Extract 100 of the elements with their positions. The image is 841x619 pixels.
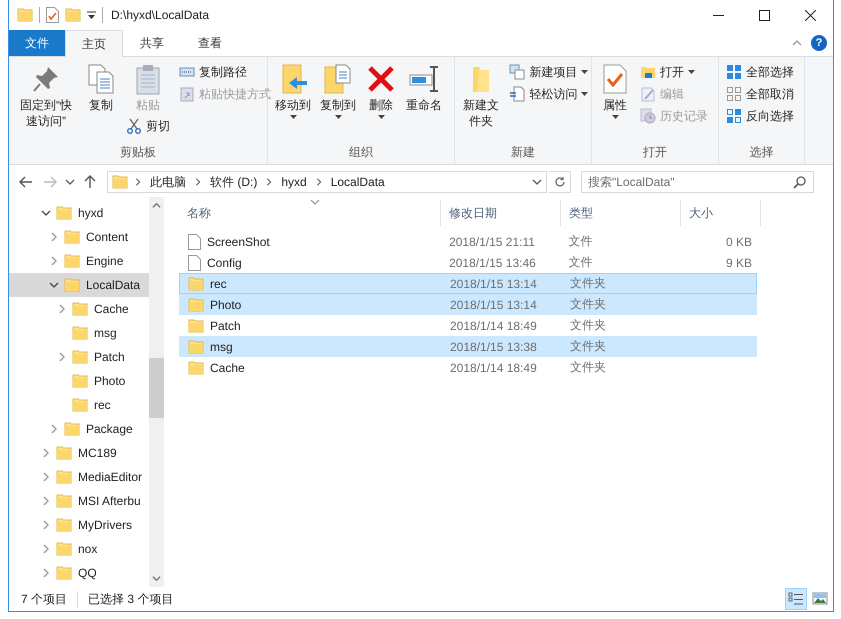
- ribbon-tab[interactable]: 共享: [123, 30, 181, 56]
- expand-chevron-icon[interactable]: [41, 448, 51, 458]
- ribbon-tab[interactable]: 文件: [9, 30, 65, 56]
- tree-row[interactable]: Engine: [9, 249, 149, 273]
- ribbon-command[interactable]: 固定到“快速访问”: [13, 61, 79, 131]
- breadcrumb[interactable]: LocalData: [328, 175, 387, 189]
- tree-row[interactable]: MyDrivers: [9, 513, 149, 537]
- search-icon[interactable]: [793, 175, 807, 189]
- tree-row[interactable]: MSI Afterbu: [9, 489, 149, 513]
- chevron-right-icon[interactable]: [134, 177, 142, 187]
- tree-row[interactable]: nox: [9, 537, 149, 561]
- collapse-chevron-icon[interactable]: [49, 280, 59, 290]
- breadcrumb[interactable]: 此电脑: [148, 174, 188, 190]
- expand-chevron-icon[interactable]: [49, 424, 59, 434]
- ribbon-command[interactable]: 复制路径: [176, 61, 274, 83]
- expand-chevron-icon[interactable]: [41, 472, 51, 482]
- tree-row[interactable]: rec: [9, 393, 149, 417]
- chevron-right-icon[interactable]: [314, 177, 323, 187]
- file-row[interactable]: rec 2018/1/15 13:14 文件夹: [179, 273, 757, 294]
- ribbon-command[interactable]: 全部选择: [723, 61, 797, 83]
- ribbon-command[interactable]: 全部取消: [723, 83, 797, 105]
- chevron-right-icon[interactable]: [194, 177, 202, 187]
- history-icon: [640, 108, 656, 124]
- tree-row[interactable]: hyxd: [9, 201, 149, 225]
- ribbon-command[interactable]: 复制到: [317, 61, 359, 121]
- select-none-icon: [726, 86, 742, 102]
- window-title: D:\hyxd\LocalData: [111, 8, 210, 22]
- collapse-ribbon-icon[interactable]: [792, 38, 802, 48]
- ribbon-tab[interactable]: 主页: [65, 30, 123, 57]
- scrollbar[interactable]: [149, 197, 164, 587]
- new-folder-icon: [65, 8, 81, 22]
- expand-chevron-icon[interactable]: [41, 544, 51, 554]
- chevron-right-icon[interactable]: [265, 177, 274, 187]
- file-row[interactable]: Photo 2018/1/15 13:14 文件夹: [179, 294, 757, 315]
- group-label: 选择: [748, 144, 774, 161]
- search-field[interactable]: 搜索"LocalData": [581, 171, 814, 193]
- ribbon-command[interactable]: 新建文件夹: [459, 61, 504, 131]
- ribbon-command[interactable]: 重命名: [403, 61, 445, 115]
- ribbon-command[interactable]: 反向选择: [723, 105, 797, 127]
- expand-chevron-icon[interactable]: [41, 568, 51, 578]
- column-header[interactable]: 修改日期: [441, 200, 561, 226]
- tree-item-label: MyDrivers: [77, 518, 132, 532]
- ribbon-command[interactable]: 删除: [362, 61, 400, 121]
- group-label: 剪贴板: [119, 144, 157, 161]
- column-header[interactable]: 类型: [561, 200, 681, 226]
- ribbon-command[interactable]: 移动到: [272, 61, 314, 121]
- search-input[interactable]: 搜索"LocalData": [582, 174, 793, 190]
- new-item-icon: [509, 64, 526, 80]
- ribbon-command[interactable]: 复制: [82, 61, 120, 115]
- expand-chevron-icon[interactable]: [57, 352, 67, 362]
- file-name: Patch: [210, 318, 241, 332]
- view-button[interactable]: [785, 588, 807, 610]
- scroll-down-icon[interactable]: [152, 574, 161, 583]
- file-row[interactable]: Cache 2018/1/14 18:49 文件夹: [179, 357, 757, 378]
- ribbon-command[interactable]: 轻松访问: [506, 83, 592, 105]
- column-header[interactable]: 名称: [179, 200, 441, 226]
- scissors-icon: [126, 118, 142, 134]
- folder-icon: [56, 494, 72, 508]
- refresh-button[interactable]: [549, 171, 571, 193]
- ribbon-command[interactable]: 剪切: [123, 115, 173, 137]
- forward-arrow-icon: [43, 176, 57, 188]
- tree-row[interactable]: LocalData: [9, 273, 149, 297]
- file-row[interactable]: ScreenShot 2018/1/15 21:11 文件 0 KB: [179, 231, 757, 252]
- expand-chevron-icon[interactable]: [41, 496, 51, 506]
- table-cell-text: 文件夹: [569, 317, 607, 334]
- tree-row[interactable]: MediaEditor: [9, 465, 149, 489]
- tree-row[interactable]: Photo: [9, 369, 149, 393]
- help-button[interactable]: ?: [811, 35, 827, 51]
- ribbon-command[interactable]: 打开: [637, 61, 711, 83]
- scroll-thumb[interactable]: [149, 358, 164, 418]
- column-header[interactable]: 大小: [681, 200, 761, 226]
- scroll-up-icon[interactable]: [152, 201, 161, 210]
- ribbon-command[interactable]: 新建项目: [506, 61, 592, 83]
- customize-caret-icon[interactable]: [87, 11, 96, 19]
- expand-chevron-icon[interactable]: [41, 520, 51, 530]
- chevron-down-icon[interactable]: [532, 177, 542, 187]
- expand-chevron-icon[interactable]: [49, 256, 59, 266]
- tree-row[interactable]: Package: [9, 417, 149, 441]
- tree-row[interactable]: msg: [9, 321, 149, 345]
- tree-row[interactable]: Cache: [9, 297, 149, 321]
- folder-icon: [56, 470, 72, 484]
- collapse-chevron-icon[interactable]: [41, 208, 51, 218]
- tree-row[interactable]: QQ: [9, 561, 149, 585]
- tree-item-label: rec: [93, 398, 111, 412]
- tree-row[interactable]: MC189: [9, 441, 149, 465]
- address-bar[interactable]: 此电脑 软件 (D:) hyxd LocalData: [107, 171, 547, 193]
- close-icon: [804, 10, 816, 20]
- breadcrumb[interactable]: 软件 (D:): [208, 174, 260, 190]
- file-row[interactable]: msg 2018/1/15 13:38 文件夹: [179, 336, 757, 357]
- properties-icon[interactable]: [46, 7, 59, 23]
- select-all-icon: [726, 64, 742, 80]
- file-row[interactable]: Config 2018/1/15 13:46 文件 9 KB: [179, 252, 757, 273]
- expand-chevron-icon[interactable]: [57, 304, 67, 314]
- ribbon-command[interactable]: 属性: [596, 61, 634, 121]
- ribbon-tab[interactable]: 查看: [181, 30, 239, 56]
- tree-row[interactable]: Content: [9, 225, 149, 249]
- file-row[interactable]: Patch 2018/1/14 18:49 文件夹: [179, 315, 757, 336]
- expand-chevron-icon[interactable]: [49, 232, 59, 242]
- tree-row[interactable]: Patch: [9, 345, 149, 369]
- breadcrumb[interactable]: hyxd: [279, 175, 309, 189]
